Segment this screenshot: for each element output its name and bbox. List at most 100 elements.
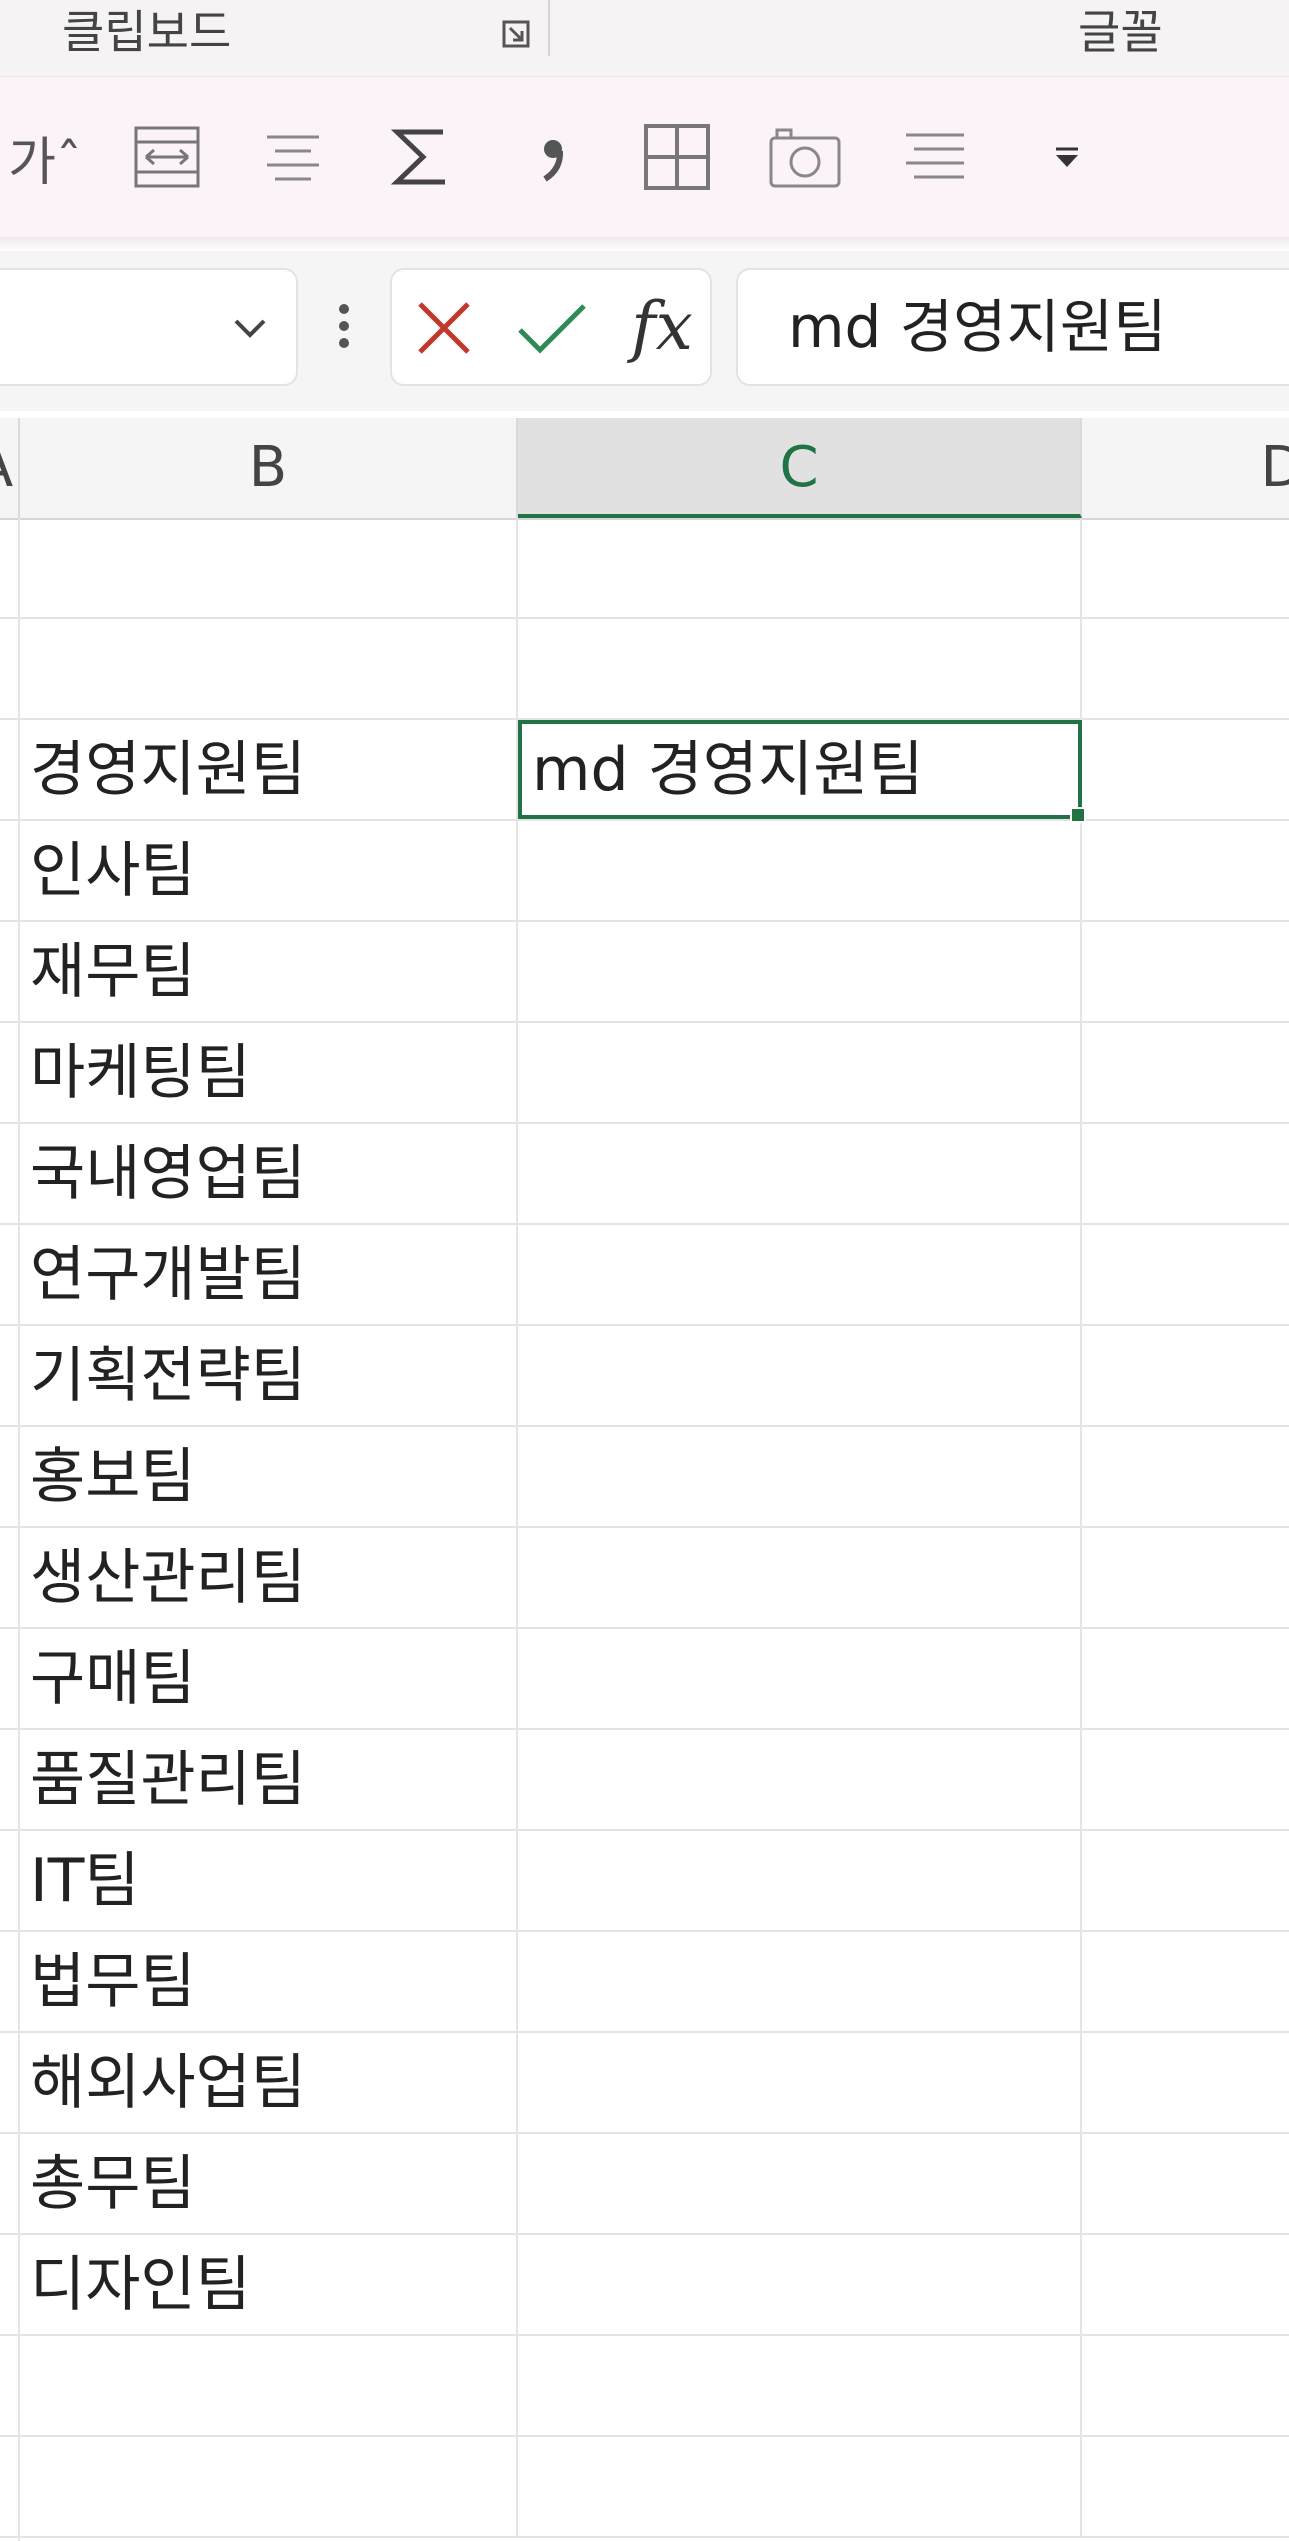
cell-b[interactable]: 품질관리팀	[20, 1730, 518, 1829]
cell-c[interactable]	[518, 1629, 1082, 1728]
cell-d[interactable]	[1082, 619, 1289, 718]
camera-icon[interactable]	[762, 112, 848, 202]
insert-function-button[interactable]: fx	[622, 284, 702, 368]
cell-d[interactable]	[1082, 1427, 1289, 1526]
cell-d[interactable]	[1082, 922, 1289, 1021]
cell-b[interactable]: 생산관리팀	[20, 1528, 518, 1627]
group-label-clipboard: 클립보드	[62, 5, 232, 59]
borders-icon[interactable]	[634, 112, 720, 202]
column-header-d[interactable]: D	[1082, 418, 1289, 518]
formula-input[interactable]: md 경영지원팀	[736, 268, 1289, 386]
cell-c[interactable]	[518, 1932, 1082, 2031]
cell-c[interactable]	[518, 1124, 1082, 1223]
table-row: 연구개발팀	[0, 1225, 1289, 1326]
cell-c[interactable]	[518, 1326, 1082, 1425]
cell-b[interactable]: 인사팀	[20, 821, 518, 920]
wrap-text-icon[interactable]	[124, 112, 210, 202]
worksheet-grid: 경영지원팀 md 경영지원팀 인사팀 재무팀 마케팅팀 국내영업팀 연구개발팀 기획전략팀 홍보…	[0, 518, 1289, 2541]
autosum-icon[interactable]	[378, 112, 464, 202]
cell-b[interactable]: 재무팀	[20, 922, 518, 1021]
cell-c[interactable]	[518, 922, 1082, 1021]
column-header-a[interactable]: A	[0, 418, 20, 518]
cell-b[interactable]: 기획전략팀	[20, 1326, 518, 1425]
table-row	[0, 2437, 1289, 2538]
enter-check-icon[interactable]	[514, 296, 590, 360]
table-row: 경영지원팀 md 경영지원팀	[0, 720, 1289, 823]
cell-b[interactable]: 총무팀	[20, 2134, 518, 2233]
cell-b[interactable]: 해외사업팀	[20, 2033, 518, 2132]
table-row: 총무팀	[0, 2134, 1289, 2235]
cell-b[interactable]: 구매팀	[20, 1629, 518, 1728]
group-separator	[548, 0, 550, 56]
dialog-launcher-icon[interactable]	[496, 14, 536, 54]
align-center-icon[interactable]	[250, 112, 336, 202]
increase-font-size-button[interactable]: 가ˆ	[0, 112, 90, 202]
cell-c[interactable]	[518, 2437, 1082, 2536]
cell-b[interactable]: 법무팀	[20, 1932, 518, 2031]
comma-style-icon[interactable]	[510, 112, 596, 202]
align-left-icon[interactable]	[892, 112, 978, 202]
cell-b[interactable]: 디자인팀	[20, 2235, 518, 2334]
cell-c[interactable]	[518, 2235, 1082, 2334]
column-header-c[interactable]: C	[518, 418, 1082, 518]
table-row: 구매팀	[0, 1629, 1289, 1730]
ribbon-group-bar: 클립보드 글꼴	[0, 0, 1289, 77]
cancel-icon[interactable]	[412, 296, 476, 360]
cell-c[interactable]	[518, 2134, 1082, 2233]
cell-c[interactable]	[518, 2033, 1082, 2132]
cell-b[interactable]: 경영지원팀	[20, 720, 518, 819]
cell-b[interactable]	[20, 619, 518, 718]
cell-b[interactable]: 마케팅팀	[20, 1023, 518, 1122]
cell-d[interactable]	[1082, 1326, 1289, 1425]
cell-d[interactable]	[1082, 2437, 1289, 2536]
table-row: 재무팀	[0, 922, 1289, 1023]
cell-b[interactable]: 연구개발팀	[20, 1225, 518, 1324]
cell-d[interactable]	[1082, 1124, 1289, 1223]
cell-c[interactable]	[518, 1528, 1082, 1627]
table-row: 마케팅팀	[0, 1023, 1289, 1124]
cell-d[interactable]	[1082, 518, 1289, 617]
cell-b[interactable]: 홍보팀	[20, 1427, 518, 1526]
cell-d[interactable]	[1082, 1932, 1289, 2031]
customize-qat-dropdown-icon[interactable]	[1024, 112, 1110, 202]
cell-d[interactable]	[1082, 1831, 1289, 1930]
cell-d[interactable]	[1082, 2235, 1289, 2334]
table-row: 디자인팀	[0, 2235, 1289, 2336]
cell-d[interactable]	[1082, 1629, 1289, 1728]
cell-d[interactable]	[1082, 1528, 1289, 1627]
cell-b[interactable]	[20, 2437, 518, 2536]
cell-c[interactable]	[518, 1831, 1082, 1930]
cell-c[interactable]	[518, 2336, 1082, 2435]
table-row	[0, 518, 1289, 619]
cell-b[interactable]	[20, 518, 518, 617]
cell-c[interactable]	[518, 1730, 1082, 1829]
group-label-font: 글꼴	[1078, 5, 1163, 59]
cell-c[interactable]	[518, 1427, 1082, 1526]
cell-d[interactable]	[1082, 2033, 1289, 2132]
cell-d[interactable]	[1082, 821, 1289, 920]
cell-c[interactable]	[518, 1225, 1082, 1324]
cell-b[interactable]: IT팀	[20, 1831, 518, 1930]
cell-d[interactable]	[1082, 720, 1289, 819]
table-row: 법무팀	[0, 1932, 1289, 2033]
font-size-up-label: 가ˆ	[8, 132, 82, 193]
cell-c[interactable]	[518, 821, 1082, 920]
chevron-down-icon[interactable]	[228, 306, 272, 350]
column-header-b[interactable]: B	[20, 418, 518, 518]
cell-b[interactable]: 국내영업팀	[20, 1124, 518, 1223]
fill-handle[interactable]	[1070, 807, 1086, 823]
cell-d[interactable]	[1082, 1730, 1289, 1829]
cell-d[interactable]	[1082, 2134, 1289, 2233]
more-options-icon[interactable]	[326, 296, 362, 356]
cell-d[interactable]	[1082, 1023, 1289, 1122]
cell-c[interactable]	[518, 1023, 1082, 1122]
cell-c[interactable]	[518, 518, 1082, 617]
table-row: IT팀	[0, 1831, 1289, 1932]
cell-d[interactable]	[1082, 2336, 1289, 2435]
cell-d[interactable]	[1082, 1225, 1289, 1324]
cell-b[interactable]	[20, 2336, 518, 2435]
table-row	[0, 619, 1289, 720]
cell-c[interactable]	[518, 619, 1082, 718]
active-cell[interactable]: md 경영지원팀	[518, 720, 1086, 823]
table-row: 생산관리팀	[0, 1528, 1289, 1629]
